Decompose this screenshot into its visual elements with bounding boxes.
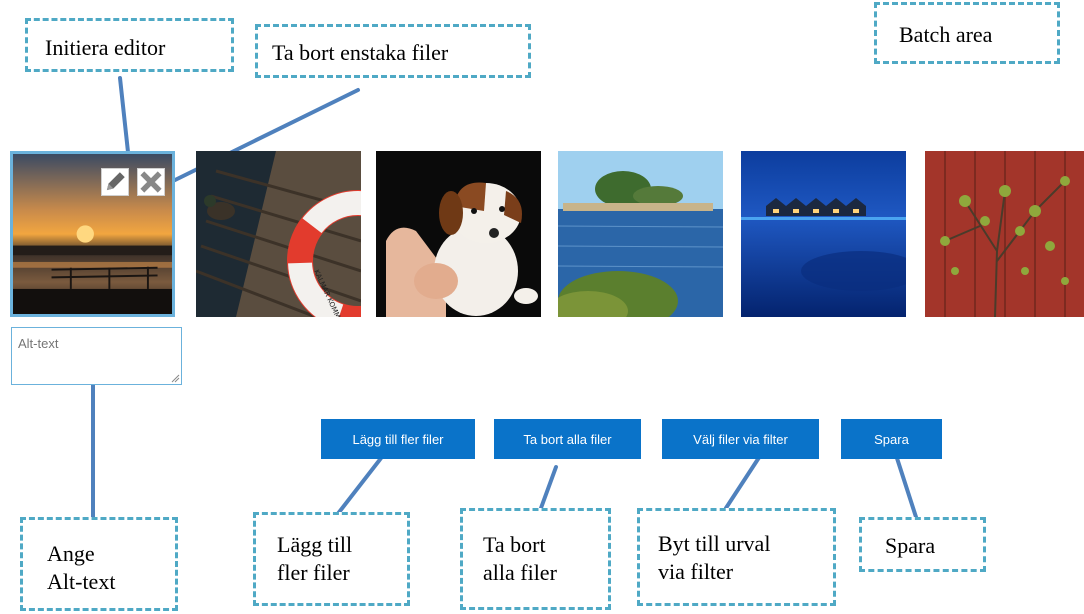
water-villas-image: [741, 151, 906, 317]
connector-lagg-till: [331, 451, 387, 522]
callout-ange-alt-text: Ange Alt-text: [20, 517, 178, 611]
callout-lagg-till: Lägg till fler filer: [253, 512, 410, 606]
connector-byt-urval: [724, 454, 762, 510]
callout-initiera-label: Initiera editor: [45, 35, 166, 60]
callout-ange-alt-label: Ange Alt-text: [47, 541, 116, 594]
callout-batch-area: Batch area: [874, 2, 1060, 64]
duck-lifebuoy-image: KALMAR KOMMUN: [196, 151, 361, 317]
tree-red-wall-image: [925, 151, 1084, 317]
callout-byt-urval: Byt till urval via filter: [637, 508, 836, 606]
alt-text-input[interactable]: [11, 327, 182, 385]
callout-ta-bort-enstaka: Ta bort enstaka filer: [255, 24, 531, 78]
callout-lagg-till-label: Lägg till fler filer: [277, 532, 353, 585]
callout-spara-label: Spara: [885, 533, 936, 558]
callout-initiera-editor: Initiera editor: [25, 18, 234, 72]
callout-byt-urval-label: Byt till urval via filter: [658, 531, 771, 584]
save-button[interactable]: Spara: [841, 419, 942, 459]
remove-file-button[interactable]: [137, 168, 165, 196]
connector-initiera: [118, 76, 130, 154]
image-thumb-water-villas[interactable]: [741, 151, 906, 317]
pencil-icon: [106, 172, 125, 191]
edit-button[interactable]: [101, 168, 129, 196]
select-files-filter-button[interactable]: Välj filer via filter: [662, 419, 819, 459]
callout-ta-bort-alla: Ta bort alla filer: [460, 508, 611, 610]
image-thumb-sunset[interactable]: [10, 151, 175, 317]
connector-ta-bort-alla: [539, 465, 558, 510]
add-more-files-button[interactable]: Lägg till fler filer: [321, 419, 475, 459]
callout-spara: Spara: [859, 517, 986, 572]
image-thumb-island[interactable]: [558, 151, 723, 317]
image-thumb-puppy[interactable]: [376, 151, 541, 317]
resize-grip-icon[interactable]: [170, 373, 180, 383]
callout-ta-bort-enstaka-label: Ta bort enstaka filer: [272, 40, 449, 65]
puppy-image: [376, 151, 541, 317]
image-thumb-tree[interactable]: [925, 151, 1084, 317]
connector-spara: [893, 450, 918, 519]
remove-all-files-button[interactable]: Ta bort alla filer: [494, 419, 641, 459]
image-thumb-duck[interactable]: KALMAR KOMMUN: [196, 151, 361, 317]
callout-batch-area-label: Batch area: [899, 22, 993, 47]
island-image: [558, 151, 723, 317]
callout-ta-bort-alla-label: Ta bort alla filer: [483, 532, 557, 585]
close-icon: [140, 171, 162, 193]
